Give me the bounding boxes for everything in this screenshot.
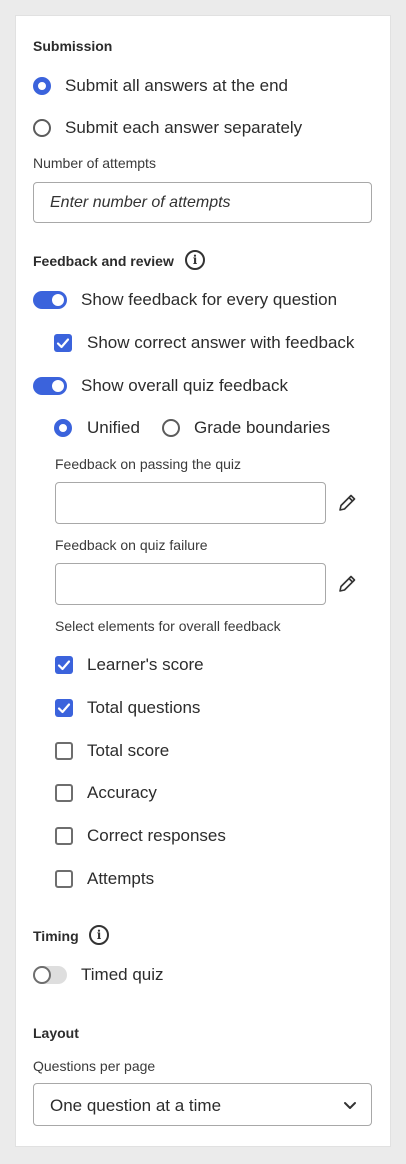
attempts-placeholder: Enter number of attempts bbox=[50, 194, 231, 211]
show-every-question-toggle[interactable] bbox=[33, 291, 67, 309]
show-every-question-label[interactable]: Show feedback for every question bbox=[81, 290, 337, 310]
feedback-heading: Feedback and review bbox=[33, 253, 174, 269]
submit-each-label[interactable]: Submit each answer separately bbox=[65, 118, 302, 138]
questions-per-page-select[interactable]: One question at a time bbox=[33, 1083, 372, 1126]
feedback-info-icon[interactable]: i bbox=[185, 250, 205, 270]
total-questions-checkbox[interactable] bbox=[55, 699, 73, 717]
total-score-checkbox[interactable] bbox=[55, 742, 73, 760]
show-correct-answer-checkbox[interactable] bbox=[54, 334, 72, 352]
correct-responses-checkbox[interactable] bbox=[55, 827, 73, 845]
failure-feedback-input[interactable] bbox=[55, 563, 326, 605]
attempts-checkbox[interactable] bbox=[55, 870, 73, 888]
show-correct-answer-label[interactable]: Show correct answer with feedback bbox=[87, 333, 354, 353]
attempts-label: Number of attempts bbox=[33, 155, 156, 171]
timed-quiz-toggle[interactable] bbox=[33, 966, 67, 984]
accuracy-checkbox[interactable] bbox=[55, 784, 73, 802]
correct-responses-label[interactable]: Correct responses bbox=[87, 826, 226, 846]
grade-boundaries-label[interactable]: Grade boundaries bbox=[194, 418, 330, 438]
layout-heading: Layout bbox=[33, 1025, 79, 1041]
failure-feedback-label: Feedback on quiz failure bbox=[55, 537, 208, 553]
grade-boundaries-radio[interactable] bbox=[162, 419, 180, 437]
attempts-element-label[interactable]: Attempts bbox=[87, 869, 154, 889]
questions-per-page-value: One question at a time bbox=[50, 1096, 222, 1115]
show-overall-label[interactable]: Show overall quiz feedback bbox=[81, 376, 288, 396]
attempts-input[interactable]: Enter number of attempts bbox=[33, 182, 372, 223]
learners-score-checkbox[interactable] bbox=[55, 656, 73, 674]
total-questions-label[interactable]: Total questions bbox=[87, 698, 200, 718]
questions-per-page-label: Questions per page bbox=[33, 1058, 156, 1074]
submit-all-label[interactable]: Submit all answers at the end bbox=[65, 76, 288, 96]
overall-elements-label: Select elements for overall feedback bbox=[55, 618, 281, 634]
total-score-label[interactable]: Total score bbox=[87, 741, 169, 761]
show-overall-toggle[interactable] bbox=[33, 377, 67, 395]
submit-all-radio[interactable] bbox=[33, 77, 51, 95]
passing-feedback-input[interactable] bbox=[55, 482, 326, 524]
chevron-down-icon bbox=[343, 1098, 357, 1112]
unified-radio[interactable] bbox=[54, 419, 72, 437]
timed-quiz-label[interactable]: Timed quiz bbox=[81, 965, 164, 985]
passing-feedback-label: Feedback on passing the quiz bbox=[55, 456, 242, 472]
submission-heading: Submission bbox=[33, 38, 113, 54]
timing-heading: Timing bbox=[33, 928, 79, 944]
edit-passing-feedback-icon[interactable] bbox=[336, 492, 358, 514]
submit-each-radio[interactable] bbox=[33, 119, 51, 137]
edit-failure-feedback-icon[interactable] bbox=[336, 573, 358, 595]
learners-score-label[interactable]: Learner's score bbox=[87, 655, 204, 675]
accuracy-label[interactable]: Accuracy bbox=[87, 783, 157, 803]
unified-label[interactable]: Unified bbox=[87, 418, 140, 438]
timing-info-icon[interactable]: i bbox=[89, 925, 109, 945]
